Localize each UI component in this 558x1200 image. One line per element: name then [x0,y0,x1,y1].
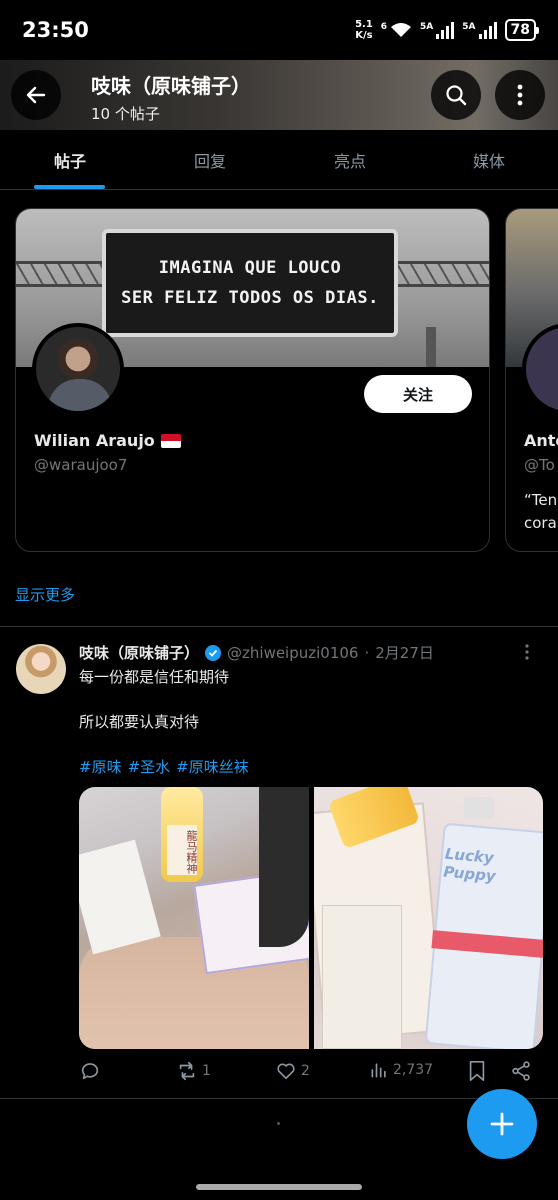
tab-posts[interactable]: 帖子 [0,130,140,190]
status-time: 23:50 [22,18,89,42]
post-author-handle[interactable]: @zhiweipuzi0106 [227,644,358,662]
more-options-button[interactable] [495,70,545,120]
share-icon [512,1061,530,1081]
show-more-link[interactable]: 显示更多 [15,584,75,605]
tab-media[interactable]: 媒体 [420,130,558,190]
header-text: 吱味（原味铺子） 10 个帖子 [91,70,251,124]
divider [0,626,558,627]
avatar[interactable] [32,323,124,415]
more-vertical-icon [517,84,523,106]
post-count: 10 个帖子 [91,105,160,123]
tab-replies[interactable]: 回复 [140,130,280,190]
suggested-account-handle: @waraujoo7 [34,456,128,474]
tab-highlights[interactable]: 亮点 [280,130,420,190]
reply-icon [81,1063,99,1080]
back-button[interactable] [11,70,61,120]
signal-sim1-icon: 5A [420,21,455,39]
banner-billboard: IMAGINA QUE LOUCO SER FELIZ TODOS OS DIA… [102,229,398,337]
verified-badge-icon [205,644,222,661]
search-icon [446,85,467,106]
divider [0,1098,558,1099]
views-button[interactable]: 2,737 [369,1060,433,1080]
separator-dot: · [364,643,370,662]
active-tab-indicator [34,185,105,189]
view-count: 2,737 [393,1062,434,1078]
suggested-account-handle: @To [524,456,555,474]
hashtag-link[interactable]: #圣水 [128,756,171,777]
network-speed: 5.1 K/s [355,19,373,41]
post-image[interactable]: Lucky Puppy [313,787,543,1049]
wifi-icon: 6 [381,22,412,38]
suggested-account-bio: “Ten cora [524,491,558,532]
share-button[interactable] [510,1060,532,1082]
post-text-line: 每一份都是信任和期待 [79,668,230,686]
flag-icon [160,433,181,448]
profile-header: 吱味（原味铺子） 10 个帖子 [0,60,558,130]
hashtag-link[interactable]: #原味 [79,756,122,777]
suggested-accounts-carousel[interactable]: IMAGINA QUE LOUCO SER FELIZ TODOS OS DIA… [15,208,558,552]
page-title: 吱味（原味铺子） [91,74,251,98]
more-vertical-icon [525,644,529,660]
suggested-account-card[interactable]: Antô @To “Ten cora [505,208,558,552]
bookmark-icon [469,1061,485,1081]
compose-post-button[interactable] [467,1089,537,1159]
profile-tabs: 帖子 回复 亮点 媒体 [0,130,558,190]
bookmark-button[interactable] [467,1060,487,1082]
hashtags: #原味 #圣水 #原味丝袜 [79,756,249,777]
post-image[interactable]: 龍马精神 [79,787,309,1049]
suggested-account-name[interactable]: Wilian Araujo [34,431,181,450]
like-button[interactable]: 2 [275,1060,310,1082]
status-icons: 5.1 K/s 6 5A 5A 78 [355,19,540,41]
avatar[interactable] [16,644,66,694]
scroll-dot [277,1122,280,1125]
search-button[interactable] [431,70,481,120]
reply-button[interactable] [79,1060,105,1082]
post-media: 龍马精神 Lucky Puppy [79,787,543,1049]
back-arrow-icon [26,86,46,104]
status-bar: 23:50 5.1 K/s 6 5A 5A 78 [0,0,558,60]
repost-icon [179,1061,195,1081]
post-header: 吱味（原味铺子） @zhiweipuzi0106 · 2月27日 [79,642,518,663]
suggested-account-name[interactable]: Antô [524,431,558,450]
hashtag-link[interactable]: #原味丝袜 [176,756,249,777]
like-count: 2 [301,1063,310,1079]
bottle-label: 龍马精神 [167,825,198,875]
post-text-line: 所以都要认真对待 [79,713,200,731]
views-chart-icon [371,1063,386,1078]
post-author-name[interactable]: 吱味（原味铺子） [79,642,199,663]
battery-icon: 78 [504,19,540,41]
plus-icon [490,1112,514,1136]
signal-sim2-icon: 5A [462,21,497,39]
post-date[interactable]: 2月27日 [375,642,434,663]
repost-button[interactable]: 1 [176,1060,211,1082]
post-actions: 1 2 2,737 [79,1060,543,1090]
follow-button[interactable]: 关注 [364,375,472,413]
heart-icon [277,1063,295,1080]
home-indicator[interactable] [196,1184,362,1190]
post-more-button[interactable] [524,644,530,664]
suggested-account-card[interactable]: IMAGINA QUE LOUCO SER FELIZ TODOS OS DIA… [15,208,490,552]
repost-count: 1 [202,1063,211,1079]
